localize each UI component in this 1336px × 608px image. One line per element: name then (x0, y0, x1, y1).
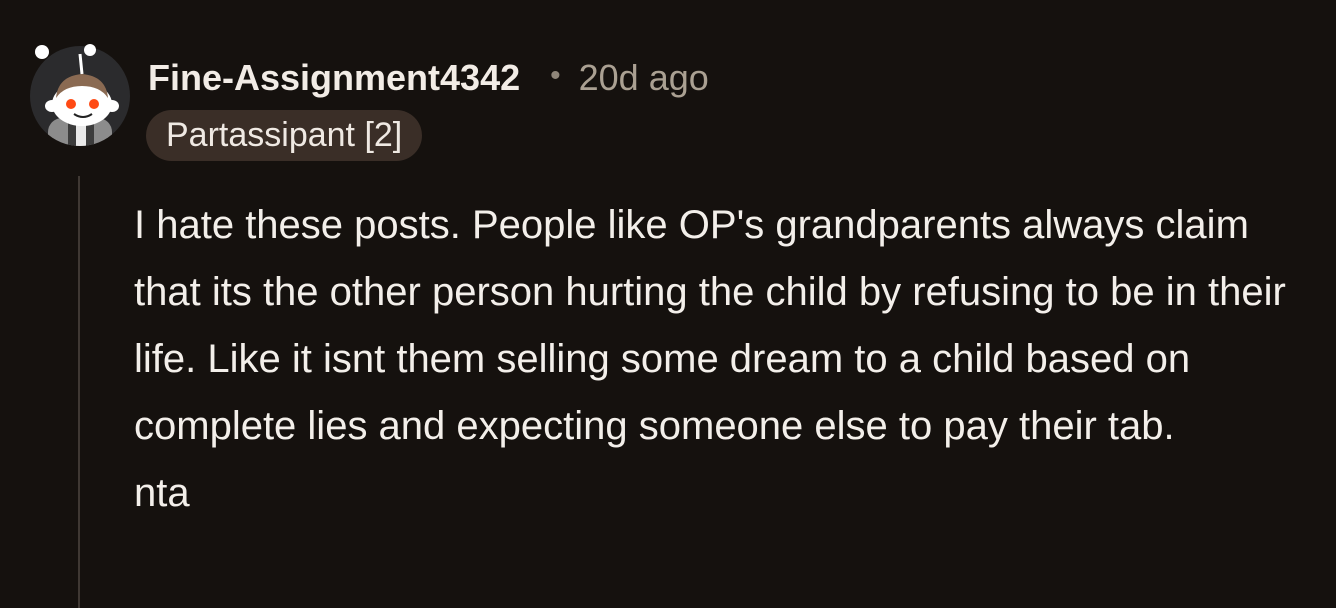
username-link[interactable]: Fine-Assignment4342 (148, 57, 520, 99)
comment-header: Fine-Assignment4342 • 20d ago (148, 54, 709, 102)
comment-paragraph: nta (134, 471, 190, 515)
user-flair: Partassipant [2] (146, 110, 423, 161)
separator-dot: • (550, 59, 561, 92)
comment-paragraph: I hate these posts. People like OP's gra… (134, 203, 1286, 448)
comment-body: I hate these posts. People like OP's gra… (134, 192, 1324, 527)
thread-line[interactable] (78, 176, 80, 608)
snoo-avatar-icon[interactable] (28, 40, 132, 148)
timestamp[interactable]: 20d ago (579, 57, 709, 99)
comment: Fine-Assignment4342 • 20d ago Partassipa… (0, 0, 1336, 608)
